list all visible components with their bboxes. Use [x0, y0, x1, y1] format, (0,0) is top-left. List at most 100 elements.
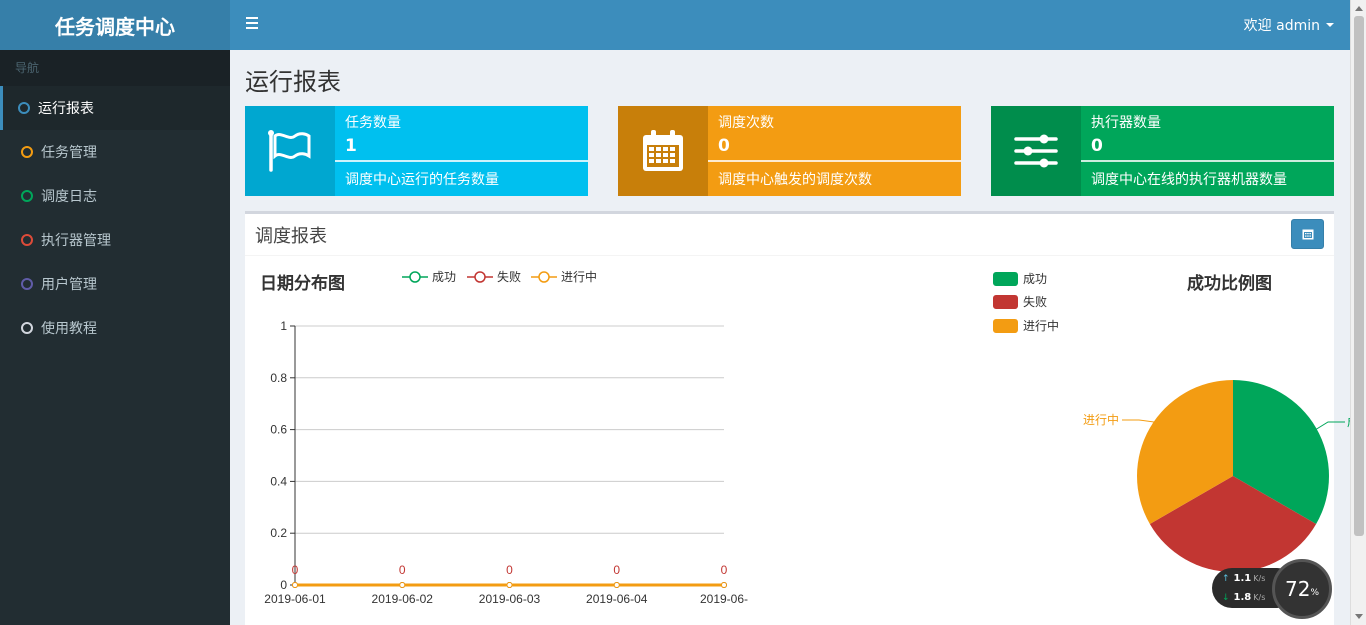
legend-line-icon: [467, 270, 493, 283]
menu-toggle-icon[interactable]: [246, 17, 258, 31]
pie-legend-success[interactable]: 成功: [993, 270, 1047, 287]
info-content: 调度次数 0 调度中心触发的调度次数: [708, 106, 961, 196]
x-tick-label: 2019-06-03: [479, 592, 541, 606]
sidebar: 任务调度中心 导航 运行报表 任务管理 调度日志 执行器管理 用户管理 使用教程: [0, 0, 230, 625]
slice-label: 进行中: [1083, 412, 1119, 427]
arrow-down-icon: ↓: [1222, 592, 1230, 603]
y-tick-label: 0.8: [270, 371, 287, 385]
sidebar-item-label: 运行报表: [38, 101, 94, 117]
top-navbar: 欢迎 admin: [230, 0, 1350, 50]
upload-row: ↑ 1.1 K/s: [1222, 573, 1265, 584]
sidebar-item-jobs[interactable]: 任务管理: [0, 130, 230, 174]
progress-bar: [1081, 160, 1334, 162]
scrollbar[interactable]: [1350, 0, 1366, 625]
legend-line-icon: [531, 270, 557, 283]
data-label: 0: [721, 563, 728, 577]
info-number: 1: [345, 136, 357, 156]
date-filter-button[interactable]: [1291, 219, 1324, 249]
legend-label: 失败: [1023, 295, 1048, 309]
sidebar-item-logs[interactable]: 调度日志: [0, 174, 230, 218]
x-tick-label: 2019-06-04: [586, 592, 648, 606]
scroll-up-icon[interactable]: [1355, 6, 1363, 11]
circle-icon: [21, 146, 33, 158]
pie-legend-failure[interactable]: 失败: [993, 293, 1047, 310]
sidebar-item-label: 任务管理: [41, 145, 97, 161]
legend-label: 成功: [1023, 272, 1048, 286]
info-icon-bg: [991, 106, 1081, 196]
calendar-icon: [1302, 229, 1313, 240]
y-tick-label: 0: [280, 578, 287, 592]
legend-swatch: [993, 318, 1018, 333]
info-desc: 调度中心运行的任务数量: [345, 172, 499, 188]
legend-swatch: [993, 271, 1018, 286]
y-tick-label: 0.4: [270, 474, 287, 488]
sidebar-item-help[interactable]: 使用教程: [0, 306, 230, 350]
info-label: 调度次数: [718, 115, 774, 131]
info-box-tasks: 任务数量 1 调度中心运行的任务数量: [245, 106, 588, 196]
user-menu[interactable]: 欢迎 admin: [1244, 0, 1334, 50]
legend-line-icon: [402, 270, 428, 283]
info-box-triggers: 调度次数 0 调度中心触发的调度次数: [618, 106, 961, 196]
info-content: 任务数量 1 调度中心运行的任务数量: [335, 106, 588, 196]
x-tick-label: 2019-06-02: [372, 592, 434, 606]
info-label: 执行器数量: [1091, 115, 1161, 131]
legend-label: 成功: [432, 270, 457, 284]
sidebar-item-label: 用户管理: [41, 277, 97, 293]
data-point: [399, 582, 406, 588]
y-tick-label: 0.2: [270, 526, 287, 540]
legend-label: 进行中: [1023, 319, 1060, 333]
legend-swatch: [993, 294, 1018, 309]
y-tick-label: 1: [280, 319, 287, 333]
caret-down-icon: [1326, 23, 1334, 27]
sliders-icon: [1014, 134, 1058, 168]
legend-label: 进行中: [561, 270, 598, 284]
upload-unit: K/s: [1253, 574, 1266, 583]
report-title: 调度报表: [255, 226, 327, 247]
scroll-thumb[interactable]: [1354, 16, 1364, 536]
line-chart-title: 日期分布图: [260, 274, 345, 294]
gauge-unit: %: [1310, 588, 1319, 598]
legend-success[interactable]: 成功: [402, 268, 456, 285]
legend-running[interactable]: 进行中: [531, 268, 597, 285]
circle-icon: [21, 278, 33, 290]
sidebar-item-label: 执行器管理: [41, 233, 111, 249]
data-point: [292, 582, 298, 588]
flag-icon: [268, 130, 311, 172]
app-logo[interactable]: 任务调度中心: [0, 0, 230, 50]
pie-chart-title: 成功比例图: [1187, 274, 1272, 294]
scroll-down-icon[interactable]: [1355, 614, 1363, 619]
slice-leader-line: [1122, 419, 1155, 423]
sidebar-item-label: 调度日志: [41, 189, 97, 205]
cpu-gauge[interactable]: 72%: [1272, 559, 1332, 619]
progress-bar: [335, 160, 588, 162]
progress-bar: [708, 160, 961, 162]
sidebar-item-report[interactable]: 运行报表: [0, 86, 230, 130]
sidebar-item-label: 使用教程: [41, 321, 97, 337]
info-box-executors: 执行器数量 0 调度中心在线的执行器机器数量: [991, 106, 1334, 196]
data-label: 0: [506, 563, 513, 577]
pie-legend-running[interactable]: 进行中: [993, 317, 1059, 334]
info-content: 执行器数量 0 调度中心在线的执行器机器数量: [1081, 106, 1334, 196]
circle-icon: [21, 322, 33, 334]
x-tick-label: 2019-06-: [700, 592, 748, 606]
data-point: [721, 582, 727, 588]
arrow-up-icon: ↑: [1222, 573, 1230, 584]
data-label: 0: [613, 563, 620, 577]
network-speed-widget[interactable]: ↑ 1.1 K/s ↓ 1.8 K/s 72%: [1212, 559, 1332, 619]
x-tick-label: 2019-06-01: [264, 592, 326, 606]
line-chart: 0 0.2 0.4 0.6 0.8 1 2019-06-01 2019-06-02 2019-0…: [264, 319, 748, 606]
info-icon-bg: [245, 106, 335, 196]
upload-value: 1.1: [1233, 573, 1252, 584]
data-point: [506, 582, 513, 588]
slice-leader-line: [1314, 421, 1345, 431]
circle-icon: [21, 190, 33, 202]
legend-failure[interactable]: 失败: [467, 268, 521, 285]
y-tick-label: 0.6: [270, 423, 287, 437]
circle-icon: [18, 102, 30, 114]
sidebar-item-users[interactable]: 用户管理: [0, 262, 230, 306]
page-title: 运行报表: [245, 68, 341, 96]
slice-label: 成: [1347, 415, 1350, 429]
sidebar-item-executors[interactable]: 执行器管理: [0, 218, 230, 262]
download-row: ↓ 1.8 K/s: [1222, 592, 1265, 603]
circle-icon: [21, 234, 33, 246]
